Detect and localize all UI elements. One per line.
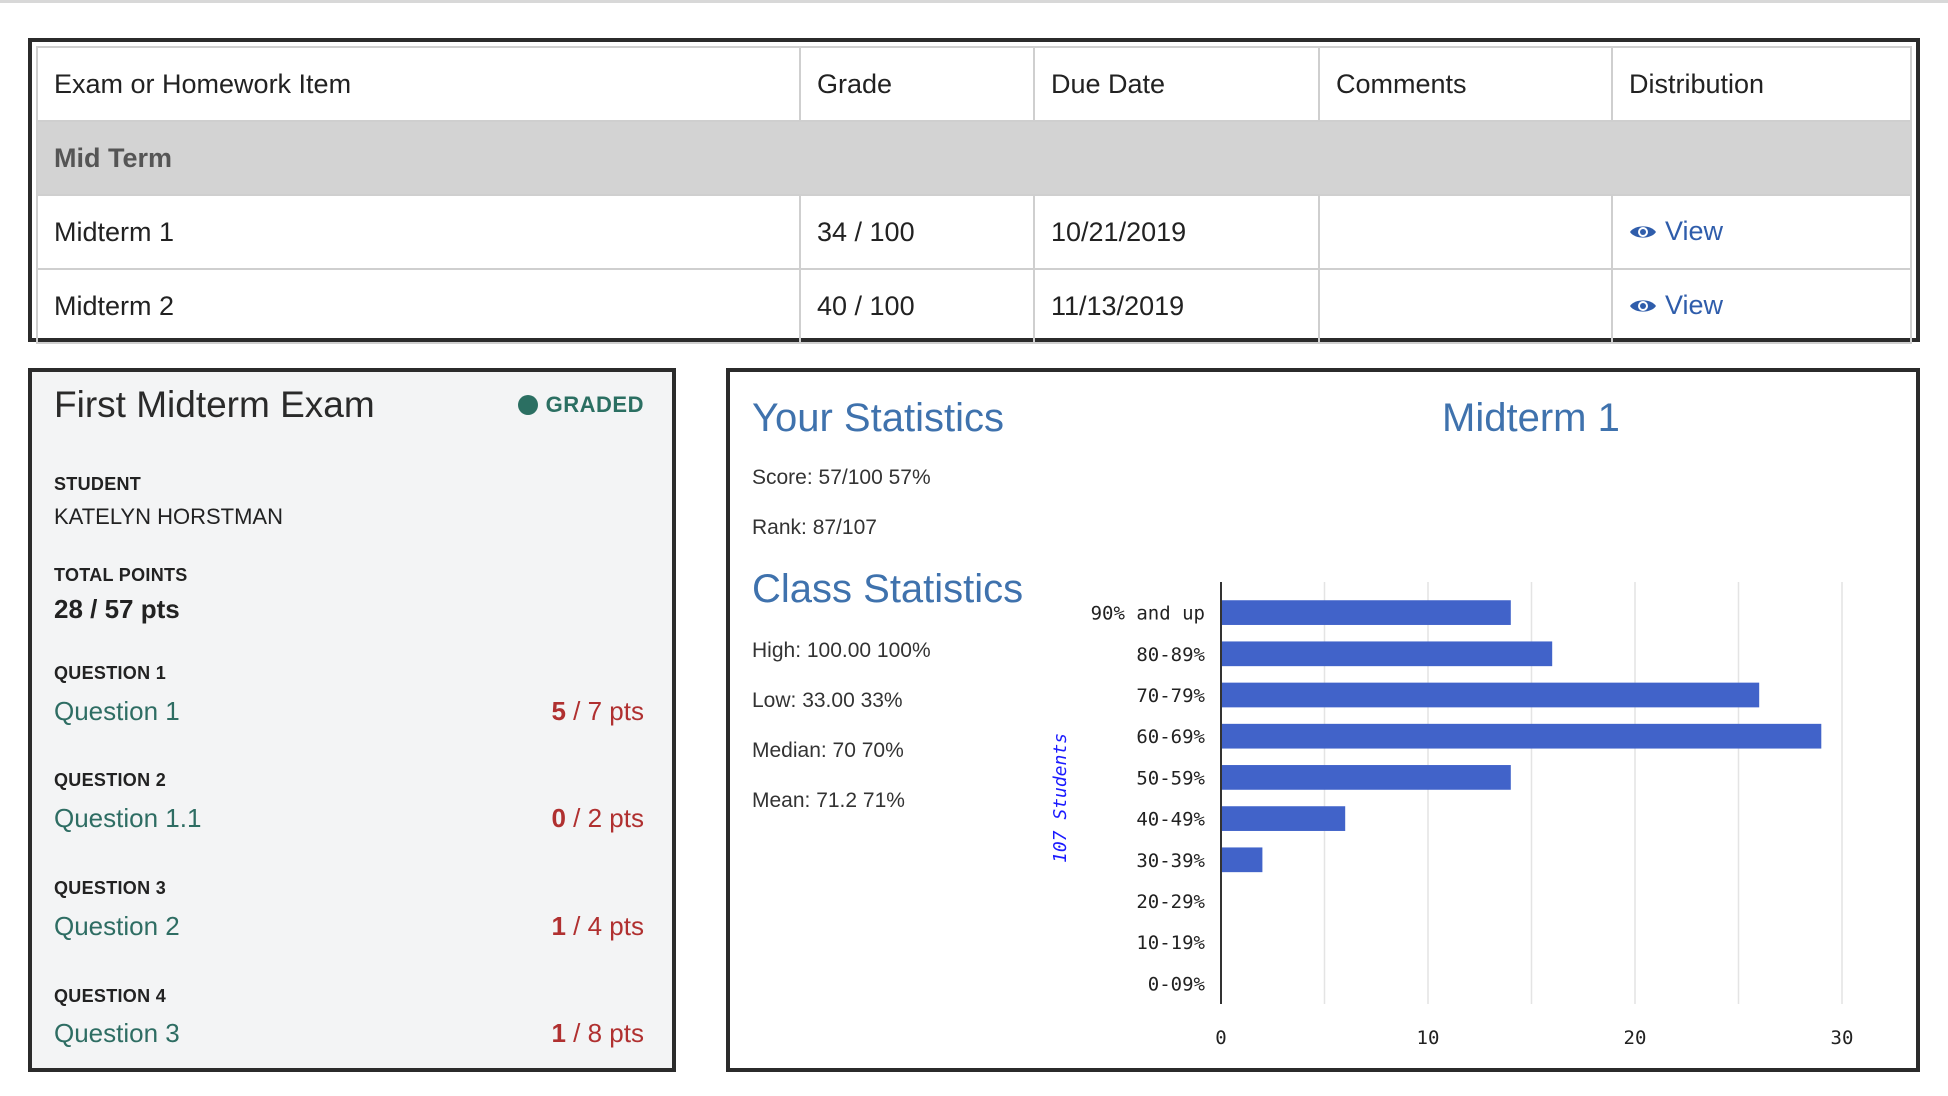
- status-dot-icon: [517, 395, 538, 415]
- grades-table-container: Exam or Homework Item Grade Due Date Com…: [28, 38, 1920, 344]
- section-label: Mid Term: [36, 120, 1912, 196]
- x-tick-label: 30: [1831, 1027, 1854, 1049]
- question-label: QUESTION 2: [54, 770, 167, 790]
- question-score-possible: / 8 pts: [565, 1018, 644, 1048]
- statistics-panel: Your Statistics Midterm 1 Score: 57/100 …: [726, 368, 1920, 1072]
- exam-title: First Midterm Exam: [54, 384, 375, 425]
- eye-icon: [1630, 300, 1656, 312]
- view-distribution-link[interactable]: View: [1629, 216, 1723, 247]
- item-due-date: 10/21/2019: [1033, 194, 1320, 270]
- column-header-item: Exam or Homework Item: [36, 46, 801, 122]
- item-name: Midterm 1: [36, 194, 801, 270]
- grades-table: Exam or Homework Item Grade Due Date Com…: [36, 46, 1912, 344]
- item-comments: [1318, 194, 1613, 270]
- question-label: QUESTION 3: [54, 878, 167, 898]
- bar-60-69-: [1222, 723, 1822, 749]
- distribution-cell: View: [1611, 268, 1912, 344]
- table-row: Midterm 2 40 / 100 11/13/2019 View: [36, 268, 1912, 344]
- bar-80-89-: [1222, 641, 1553, 667]
- category-label: 70-79%: [1136, 685, 1205, 707]
- question-link[interactable]: Question 3: [54, 1018, 180, 1049]
- eye-icon: [1630, 226, 1656, 238]
- question-score-possible: / 4 pts: [565, 911, 644, 941]
- submission-panel: First Midterm Exam GRADED STUDENT KATELY…: [28, 368, 676, 1072]
- category-label: 30-39%: [1136, 850, 1205, 872]
- category-label: 80-89%: [1136, 644, 1205, 666]
- table-header-row: Exam or Homework Item Grade Due Date Com…: [36, 46, 1912, 122]
- question-score: 5 / 7 pts: [551, 696, 644, 727]
- x-tick-label: 20: [1624, 1027, 1647, 1049]
- question-score-earned: 1: [551, 911, 566, 941]
- section-row-mid-term: Mid Term: [36, 120, 1912, 196]
- category-label: 0-09%: [1148, 973, 1206, 995]
- question-score-earned: 1: [551, 1018, 566, 1048]
- question-link[interactable]: Question 1.1: [54, 803, 201, 834]
- total-points-label: TOTAL POINTS: [54, 565, 188, 585]
- status-text: GRADED: [545, 392, 644, 417]
- x-tick-label: 10: [1417, 1027, 1440, 1049]
- column-header-due-date: Due Date: [1033, 46, 1320, 122]
- column-header-grade: Grade: [799, 46, 1035, 122]
- bar-50-59-: [1222, 765, 1511, 790]
- student-name: KATELYN HORSTMAN: [54, 504, 283, 529]
- item-due-date: 11/13/2019: [1033, 268, 1320, 344]
- question-label: QUESTION 1: [54, 663, 167, 683]
- category-label: 60-69%: [1136, 726, 1205, 748]
- x-tick-label: 0: [1215, 1027, 1226, 1049]
- bar-40-49-: [1222, 806, 1346, 831]
- item-grade: 40 / 100: [799, 268, 1035, 344]
- category-label: 40-49%: [1136, 809, 1205, 831]
- question-score-possible: / 7 pts: [565, 696, 644, 726]
- question-score: 1 / 8 pts: [551, 1018, 644, 1049]
- view-link-label: View: [1665, 216, 1724, 247]
- question-label: QUESTION 4: [54, 986, 167, 1006]
- top-divider: [0, 0, 1948, 3]
- table-row: Midterm 1 34 / 100 10/21/2019 View: [36, 194, 1912, 270]
- question-link[interactable]: Question 2: [54, 911, 180, 942]
- column-header-comments: Comments: [1318, 46, 1613, 122]
- distribution-chart: 90% and up 80-89% 70-79% 60-69% 50-59% 40-49%…: [1050, 582, 1854, 1049]
- column-header-distribution: Distribution: [1611, 46, 1912, 122]
- item-comments: [1318, 268, 1613, 344]
- category-label: 10-19%: [1136, 932, 1205, 954]
- question-score-earned: 0: [551, 803, 566, 833]
- question-score: 1 / 4 pts: [551, 911, 644, 942]
- item-name: Midterm 2: [36, 268, 801, 344]
- question-link[interactable]: Question 1: [54, 696, 180, 727]
- bar-70-79-: [1222, 682, 1760, 708]
- status-badge: GRADED: [517, 392, 644, 418]
- student-label: STUDENT: [54, 474, 142, 494]
- distribution-cell: View: [1611, 194, 1912, 270]
- item-grade: 34 / 100: [799, 194, 1035, 270]
- total-points-value: 28 / 57 pts: [54, 594, 180, 624]
- y-axis-title: 107 Students: [1050, 733, 1071, 863]
- question-score-possible: / 2 pts: [565, 803, 644, 833]
- question-score: 0 / 2 pts: [551, 803, 644, 834]
- view-distribution-link[interactable]: View: [1629, 290, 1723, 321]
- category-label: 90% and up: [1091, 603, 1205, 625]
- bar-30-39-: [1222, 847, 1263, 873]
- category-label: 20-29%: [1136, 891, 1205, 913]
- category-label: 50-59%: [1136, 767, 1205, 789]
- bar-90-and-up: [1222, 600, 1511, 625]
- question-score-earned: 5: [551, 696, 566, 726]
- view-link-label: View: [1665, 290, 1724, 321]
